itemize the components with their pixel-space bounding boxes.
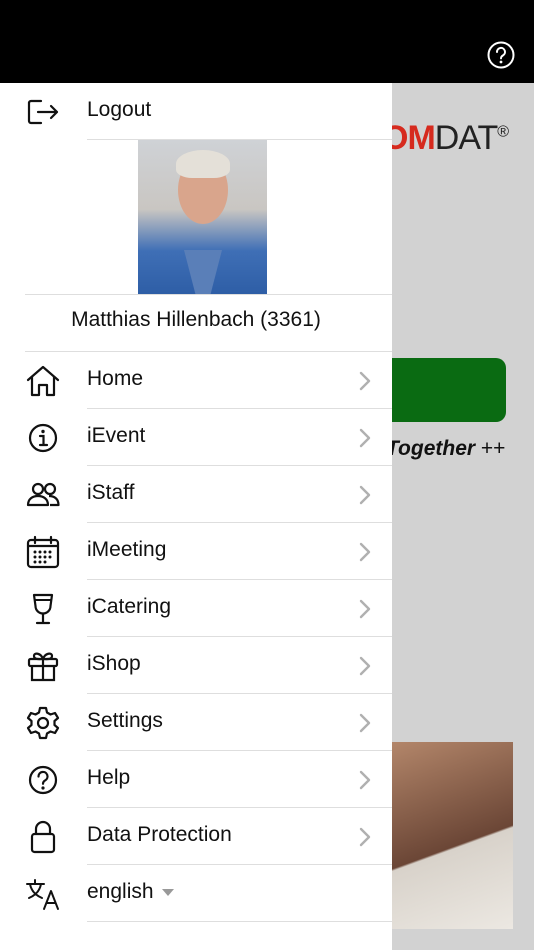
background-photo: [392, 742, 513, 929]
menu-item-label: Home: [87, 367, 144, 390]
language-value[interactable]: english: [87, 880, 174, 904]
calendar-icon: [25, 535, 61, 569]
user-name: Matthias Hillenbach (3361): [71, 308, 321, 331]
menu-item-label: iShop: [87, 652, 141, 675]
menu-item-ievent[interactable]: iEvent: [0, 409, 392, 466]
menu-item-settings[interactable]: Settings: [0, 694, 392, 751]
chevron-right-icon: [358, 769, 372, 791]
home-icon: [25, 364, 61, 398]
brand-logo: OMDAT®: [392, 119, 509, 157]
translate-icon: [25, 877, 61, 911]
info-icon: [25, 421, 61, 455]
side-drawer: Logout Matthias Hillenbach (3361) Home i…: [0, 83, 392, 950]
tagline: Together ++: [392, 437, 506, 460]
chevron-right-icon: [358, 598, 372, 620]
language-selector[interactable]: english: [0, 865, 392, 922]
menu-item-label: iEvent: [87, 424, 146, 447]
lock-icon: [25, 820, 61, 854]
people-icon: [25, 478, 61, 512]
chevron-right-icon: [358, 712, 372, 734]
gift-icon: [25, 649, 61, 683]
menu-item-help[interactable]: Help: [0, 751, 392, 808]
help-icon[interactable]: [487, 41, 515, 69]
divider: [87, 921, 392, 922]
help-icon: [25, 763, 61, 797]
menu-item-label: Data Protection: [87, 823, 232, 846]
background-home-screen: OMDAT® Together ++: [392, 83, 534, 950]
menu-item-label: Settings: [87, 709, 163, 732]
menu-item-label: iMeeting: [87, 538, 167, 561]
divider: [25, 294, 392, 295]
menu-item-istaff[interactable]: iStaff: [0, 466, 392, 523]
menu-item-data-protection[interactable]: Data Protection: [0, 808, 392, 865]
primary-button[interactable]: [392, 358, 506, 422]
caret-down-icon: [161, 888, 174, 896]
menu-item-label: Help: [87, 766, 131, 789]
chevron-right-icon: [358, 427, 372, 449]
chevron-right-icon: [358, 655, 372, 677]
top-bar: [0, 0, 534, 83]
gear-icon: [25, 706, 61, 740]
chevron-right-icon: [358, 541, 372, 563]
chevron-right-icon: [358, 370, 372, 392]
logout-icon: [25, 95, 61, 129]
logout-label: Logout: [87, 98, 152, 121]
avatar: [138, 140, 267, 294]
menu-item-ishop[interactable]: iShop: [0, 637, 392, 694]
menu-item-icatering[interactable]: iCatering: [0, 580, 392, 637]
menu-item-imeeting[interactable]: iMeeting: [0, 523, 392, 580]
wine-glass-icon: [25, 592, 61, 626]
chevron-right-icon: [358, 484, 372, 506]
menu-item-label: iCatering: [87, 595, 172, 618]
menu-item-label: iStaff: [87, 481, 135, 504]
chevron-right-icon: [358, 826, 372, 848]
logout-item[interactable]: Logout: [0, 83, 392, 140]
menu-item-home[interactable]: Home: [0, 352, 392, 409]
